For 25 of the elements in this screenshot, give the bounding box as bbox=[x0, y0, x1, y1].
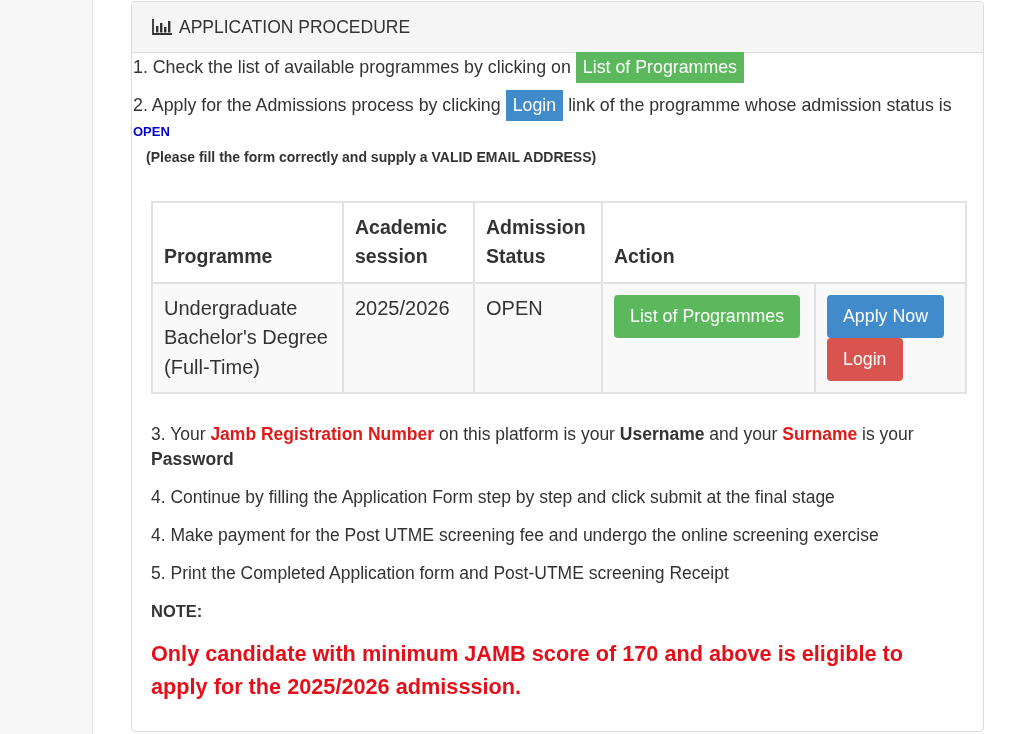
bar-chart-icon bbox=[152, 19, 172, 35]
action-button[interactable]: List of Programmes bbox=[614, 294, 801, 338]
eligibility-note: Only candidate with minimum JAMB score of 170 and above is eligible to apply for the 2025/2026 admisssion. bbox=[151, 640, 904, 702]
action-button[interactable]: Login bbox=[827, 337, 903, 381]
table-cell: 2025/2026 bbox=[343, 282, 474, 394]
status-text: OPEN bbox=[133, 123, 171, 140]
instruction-text: link of the programme whose admission status is bbox=[568, 94, 952, 115]
instruction-text: 1. Check the list of available programmes by clicking on bbox=[133, 56, 571, 77]
link-button[interactable]: List of Programmes bbox=[575, 51, 744, 83]
table-cell: Undergraduate Bachelor's Degree (Full-Time) bbox=[152, 282, 343, 394]
instruction-text: 5. Print the Completed Application form and Post-UTME screening Receipt bbox=[151, 562, 730, 586]
column-header: Action bbox=[602, 201, 966, 283]
action-button[interactable]: Apply Now bbox=[827, 294, 944, 338]
column-header: Programme bbox=[152, 201, 343, 283]
column-header: Academic session bbox=[343, 201, 474, 283]
column-header: Admission Status bbox=[474, 201, 602, 283]
instruction-text: 2. Apply for the Admissions process by clicking bbox=[133, 94, 501, 115]
link-button[interactable]: Login bbox=[505, 89, 564, 121]
instruction-text: 3. Your Jamb Registration Number on this platform is your Username and your Surname is your Password bbox=[151, 423, 915, 472]
instruction-text: 4. Make payment for the Post UTME screening fee and undergo the online screening exercise bbox=[151, 524, 880, 548]
form-note-text: (Please fill the form correctly and supply a VALID EMAIL ADDRESS) bbox=[146, 147, 598, 167]
panel-title: APPLICATION PROCEDURE bbox=[179, 16, 411, 38]
note-label: NOTE: bbox=[151, 601, 204, 623]
table-cell: OPEN bbox=[474, 282, 602, 394]
instruction-text: 4. Continue by filling the Application Form step by step and click submit at the final stage bbox=[151, 486, 836, 510]
